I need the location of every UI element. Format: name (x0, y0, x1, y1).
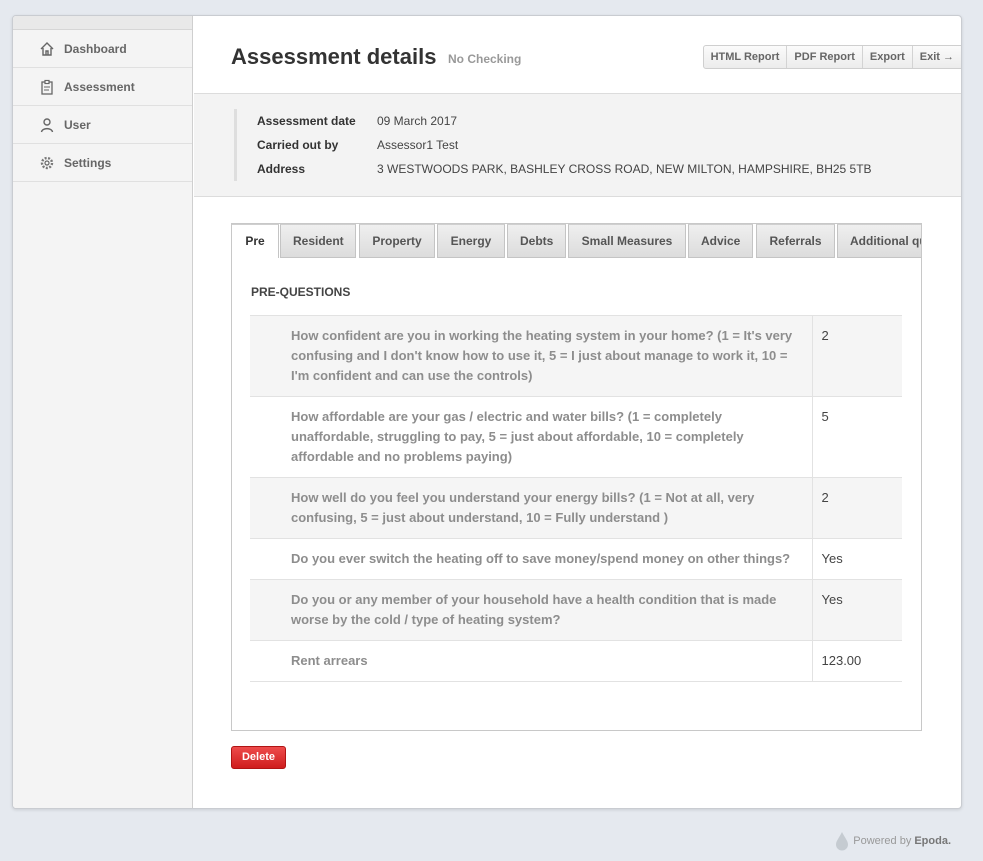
sidebar-item-label: Dashboard (64, 41, 127, 56)
info-label: Carried out by (257, 138, 339, 152)
info-row-address: Address 3 WESTWOODS PARK, BASHLEY CROSS … (257, 157, 872, 181)
table-row: How affordable are your gas / electric a… (250, 396, 902, 478)
checking-status: No Checking (448, 52, 522, 66)
answer-cell: 5 (812, 396, 902, 478)
section-title: PRE-QUESTIONS (251, 285, 351, 299)
sidebar-item-label: Settings (64, 155, 112, 170)
export-button[interactable]: Export (863, 46, 913, 68)
info-value: 09 March 2017 (377, 114, 458, 128)
sidebar-item-settings[interactable]: Settings (13, 144, 192, 182)
tab-debts[interactable]: Debts (507, 224, 566, 258)
page-header: Assessment details No Checking HTML Repo… (194, 16, 961, 94)
tab-energy[interactable]: Energy (437, 224, 505, 258)
table-row: Rent arrears 123.00 (250, 640, 902, 682)
question-cell: How well do you feel you understand your… (250, 477, 813, 539)
tab-property[interactable]: Property (359, 224, 435, 258)
tab-strip: Pre Resident Property Energy Debts Small… (232, 224, 921, 258)
info-label: Assessment date (257, 114, 356, 128)
html-report-button[interactable]: HTML Report (704, 46, 788, 68)
footer-powered-by: Powered by (853, 835, 912, 847)
answer-cell: 123.00 (812, 640, 902, 682)
table-row: How confident are you in working the hea… (250, 315, 902, 397)
pdf-report-button[interactable]: PDF Report (787, 46, 863, 68)
sidebar-item-assessment[interactable]: Assessment (13, 68, 192, 106)
question-cell: Do you or any member of your household h… (250, 579, 813, 641)
pre-questions-table: How confident are you in working the hea… (250, 315, 902, 682)
table-row: How well do you feel you understand your… (250, 477, 902, 539)
tab-additional-questions[interactable]: Additional qu (837, 224, 921, 258)
question-cell: Do you ever switch the heating off to sa… (250, 538, 813, 580)
tab-resident[interactable]: Resident (280, 224, 356, 258)
report-button-group: HTML Report PDF Report Export Exit → (702, 45, 961, 69)
tab-advice[interactable]: Advice (688, 224, 753, 258)
delete-button[interactable]: Delete (231, 746, 286, 769)
answer-cell: Yes (812, 538, 902, 580)
footer-brand[interactable]: Epoda. (914, 835, 951, 847)
sidebar-item-label: User (64, 117, 91, 132)
info-row-assessor: Carried out by Assessor1 Test (257, 133, 872, 157)
sidebar-header-bar (13, 16, 192, 30)
sidebar-item-dashboard[interactable]: Dashboard (13, 30, 192, 68)
info-value: 3 WESTWOODS PARK, BASHLEY CROSS ROAD, NE… (377, 162, 872, 176)
page-title: Assessment details (231, 44, 437, 69)
epoda-logo-icon (836, 832, 849, 851)
question-cell: Rent arrears (250, 640, 813, 682)
answer-cell: Yes (812, 579, 902, 641)
user-icon (39, 117, 55, 133)
tab-pre[interactable]: Pre (232, 224, 279, 258)
assessment-summary: Assessment date 09 March 2017 Carried ou… (194, 94, 961, 197)
app-window: Dashboard Assessment User Settings Asses… (12, 15, 962, 809)
question-cell: How confident are you in working the hea… (250, 315, 813, 397)
gear-icon (39, 155, 55, 171)
sidebar-item-user[interactable]: User (13, 106, 192, 144)
clipboard-icon (39, 79, 55, 95)
question-cell: How affordable are your gas / electric a… (250, 396, 813, 478)
sidebar-item-label: Assessment (64, 79, 135, 94)
tab-small-measures[interactable]: Small Measures (568, 224, 686, 258)
exit-button[interactable]: Exit → (913, 46, 961, 68)
info-row-date: Assessment date 09 March 2017 (257, 109, 872, 133)
table-row: Do you ever switch the heating off to sa… (250, 538, 902, 580)
tab-referrals[interactable]: Referrals (756, 224, 835, 258)
info-label: Address (257, 162, 306, 176)
tabs-panel: Pre Resident Property Energy Debts Small… (231, 223, 922, 731)
house-icon (39, 41, 55, 57)
sidebar: Dashboard Assessment User Settings (13, 16, 193, 808)
footer: Powered by Epoda. (835, 831, 951, 851)
answer-cell: 2 (812, 315, 902, 397)
answer-cell: 2 (812, 477, 902, 539)
main-content: Assessment details No Checking HTML Repo… (194, 16, 961, 808)
info-value: Assessor1 Test (377, 138, 459, 152)
table-row: Do you or any member of your household h… (250, 579, 902, 641)
